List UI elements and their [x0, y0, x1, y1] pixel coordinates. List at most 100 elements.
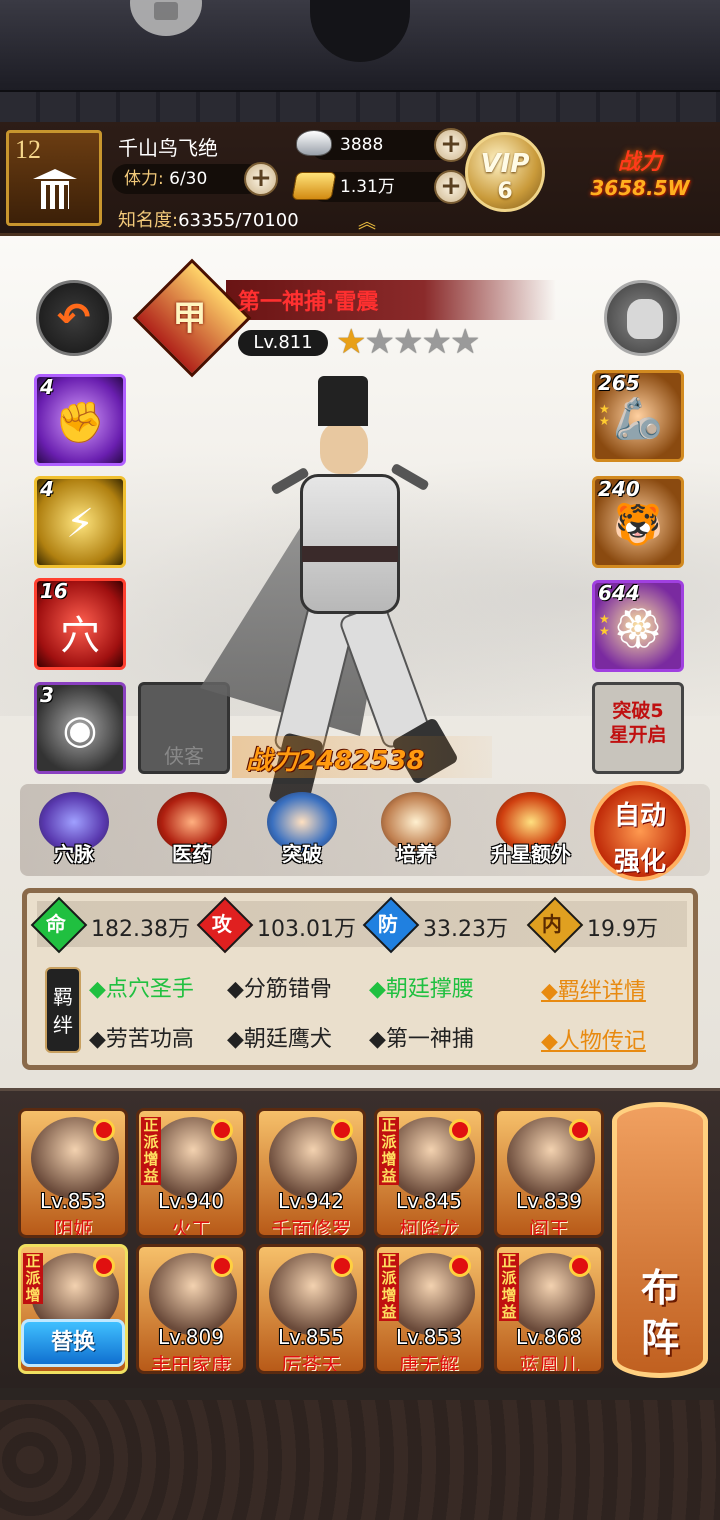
star-empty-icon: ★	[449, 322, 481, 362]
bond-item: ◆点穴圣手	[89, 977, 194, 1002]
bond-item: ◆劳苦功高	[89, 1027, 194, 1052]
silver-value: 3888	[340, 135, 384, 155]
gold-value: 1.31万	[340, 177, 395, 197]
notification-dot-icon	[211, 1255, 233, 1277]
pavilion-icon	[37, 169, 73, 209]
vip-badge[interactable]: VIP 6	[465, 132, 545, 212]
team-slot-3[interactable]: Lv.942 千面修罗	[256, 1108, 366, 1238]
skill-slot-4[interactable]: 3 ◉	[34, 682, 126, 774]
claw-icon: ⚡	[65, 501, 95, 547]
back-arrow-icon: ↶	[57, 295, 91, 341]
team-slot-2[interactable]: 正派增益 Lv.940 火工	[136, 1108, 246, 1238]
team-slot-5[interactable]: Lv.839 阎王	[494, 1108, 604, 1238]
roof-ornament	[310, 0, 410, 62]
orthodox-buff-tag: 正派增益	[141, 1117, 161, 1185]
rank-badge: 甲	[132, 258, 252, 378]
train-button[interactable]: 培养	[376, 792, 456, 880]
team-slot-8[interactable]: Lv.855 厉苍天	[256, 1244, 366, 1374]
back-button[interactable]: ↶	[36, 280, 112, 356]
medallion-icon: ◉	[62, 707, 98, 753]
team-slot-4[interactable]: 正派增益 Lv.845 柯降龙	[374, 1108, 484, 1238]
bond-item: ◆朝廷鹰犬	[227, 1027, 332, 1052]
star-filled-icon: ★	[336, 322, 367, 362]
star-empty-icon: ★	[364, 322, 395, 362]
hero-level: Lv.811	[238, 330, 328, 356]
orthodox-buff-tag: 正派增益	[499, 1253, 519, 1321]
add-gold-button[interactable]: +	[434, 170, 468, 204]
team-slot-7[interactable]: Lv.809 丰田家康	[136, 1244, 246, 1374]
swap-button[interactable]: 替换	[21, 1319, 125, 1367]
stamina-pill: 体力: 6/30	[112, 164, 262, 194]
hero-stars: ★★★★★	[336, 322, 481, 362]
jade-pendant-icon: 🏵	[612, 606, 664, 652]
breakthrough-button[interactable]: 突破	[262, 792, 342, 880]
auto-enhance-button[interactable]: 自动 强化	[590, 781, 690, 881]
notification-dot-icon	[569, 1119, 591, 1141]
notification-dot-icon	[569, 1255, 591, 1277]
fame-value: 63355/70100	[178, 210, 299, 231]
helmet-icon	[627, 299, 663, 339]
fashion-button[interactable]	[604, 280, 680, 356]
star-extra-button[interactable]: 升星额外	[486, 792, 576, 880]
expand-chevron-icon[interactable]: ︽	[352, 214, 382, 232]
hero-battle-power: 战力2482538	[232, 736, 492, 778]
player-level: 12	[15, 135, 41, 164]
gold-ingot-icon	[291, 172, 337, 200]
fame-label: 知名度:63355/70100	[118, 210, 299, 231]
notification-dot-icon	[331, 1255, 353, 1277]
skill-slot-1[interactable]: 4 ✊	[34, 374, 126, 466]
roof-header	[0, 0, 720, 122]
equip-slot-armor[interactable]: 240 🐯	[592, 476, 684, 568]
equip-slot-weapon[interactable]: 265 ★ ★ 🦾	[592, 370, 684, 462]
formation-button[interactable]: 布 阵	[612, 1102, 708, 1378]
add-stamina-button[interactable]: +	[244, 162, 278, 196]
silver-ingot-icon	[296, 130, 332, 156]
bond-item: ◆分筋错骨	[227, 977, 332, 1002]
add-silver-button[interactable]: +	[434, 128, 468, 162]
player-name: 千山鸟飞绝	[118, 136, 218, 160]
orthodox-buff-tag: 正派增益	[379, 1253, 399, 1321]
bottom-wave-pattern	[0, 1400, 720, 1520]
roof-ridge	[0, 90, 720, 122]
orthodox-buff-tag: 正派增	[23, 1253, 43, 1304]
meridian-button[interactable]: 穴脉	[34, 792, 114, 880]
attribute-panel: 命 182.38万 攻 103.01万 防 33.23万 内 19.9万 羁绊 …	[22, 888, 698, 1070]
bond-item: ◆第一神捕	[369, 1027, 474, 1052]
notification-dot-icon	[331, 1119, 353, 1141]
locked-breakthrough-slot[interactable]: 突破5 星开启	[592, 682, 684, 774]
player-bar: 12 千山鸟飞绝 体力: 6/30 + 知名度:63355/70100 3888…	[0, 122, 720, 236]
team-slot-1[interactable]: Lv.853 阴姬	[18, 1108, 128, 1238]
gauntlet-icon: 🦾	[613, 396, 663, 442]
stamina-value: 6/30	[169, 169, 208, 189]
biography-link[interactable]: ◆人物传记	[541, 1023, 646, 1055]
fist-icon: ✊	[55, 400, 105, 446]
team-slot-10[interactable]: 正派增益 Lv.868 蓝凰儿	[494, 1244, 604, 1374]
star-empty-icon: ★	[392, 322, 424, 362]
bond-item: ◆朝廷撑腰	[369, 977, 474, 1002]
orthodox-buff-tag: 正派增益	[379, 1117, 399, 1185]
share-icon	[154, 2, 178, 20]
tiger-armor-icon: 🐯	[613, 502, 663, 548]
team-slot-9[interactable]: 正派增益 Lv.853 唐无解	[374, 1244, 484, 1374]
total-power: 战力 3658.5W	[570, 144, 710, 214]
skill-slot-3[interactable]: 16 穴	[34, 578, 126, 670]
notification-dot-icon	[449, 1255, 471, 1277]
skill-slot-2[interactable]: 4 ⚡	[34, 476, 126, 568]
equip-slot-accessory[interactable]: 644 ★ ★ 🏵	[592, 580, 684, 672]
medicine-button[interactable]: 医药	[152, 792, 232, 880]
player-avatar[interactable]: 12	[6, 130, 102, 226]
team-slot-6[interactable]: 正派增 替换	[18, 1244, 128, 1374]
share-button[interactable]	[130, 0, 202, 36]
hero-panel: ↶ 甲 第一神捕·雷震 Lv.811 ★★★★★ 4 ✊ 4 ⚡ 16 穴 3 …	[0, 236, 720, 1088]
notification-dot-icon	[211, 1119, 233, 1141]
bond-details-link[interactable]: ◆羁绊详情	[541, 973, 646, 1005]
bond-tag: 羁绊	[45, 967, 81, 1053]
acupoint-icon: 穴	[60, 613, 100, 659]
notification-dot-icon	[449, 1119, 471, 1141]
hero-name: 第一神捕·雷震	[238, 290, 379, 315]
star-empty-icon: ★	[421, 322, 452, 362]
total-power-value: 3658.5W	[590, 176, 690, 200]
vip-level: 6	[497, 179, 513, 204]
notification-dot-icon	[93, 1119, 115, 1141]
notification-dot-icon	[93, 1255, 115, 1277]
